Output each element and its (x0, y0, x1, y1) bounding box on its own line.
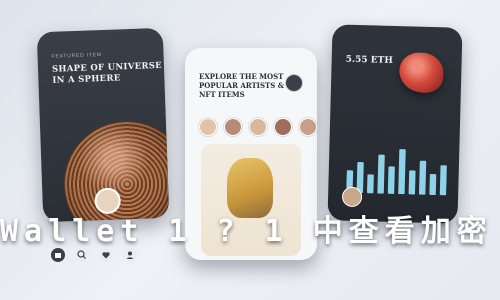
right-phone-screen: 5.55 ETH (327, 24, 463, 224)
artist-avatar-row (199, 118, 317, 136)
left-phone-screen: FEATURED ITEM SHAPE OF UNIVERSE IN A SPH… (36, 27, 170, 223)
chart-bar (408, 170, 416, 195)
chart-bar (398, 149, 406, 195)
explore-title: EXPLORE THE MOST POPULAR ARTISTS & NFT I… (199, 72, 285, 99)
nft-3d-object[interactable] (398, 52, 444, 94)
profile-avatar[interactable] (285, 74, 303, 92)
artist-avatar[interactable] (274, 118, 292, 136)
chart-bar (429, 173, 437, 196)
featured-title: SHAPE OF UNIVERSE IN A SPHERE (51, 60, 163, 86)
chart-bar (439, 165, 447, 196)
artist-avatar[interactable] (224, 118, 242, 136)
chart-bar (387, 166, 395, 194)
price-bar-chart (346, 149, 447, 196)
overlay-caption: Wallet 1 ? 1 中查看加密 (0, 214, 493, 249)
bid-value: 5.55 ETH (345, 54, 393, 66)
featured-label: FEATURED ITEM (51, 51, 102, 60)
artist-avatar[interactable] (249, 118, 267, 136)
promo-scene: FEATURED ITEM SHAPE OF UNIVERSE IN A SPH… (0, 0, 500, 300)
chart-bar (367, 174, 374, 194)
owner-avatar[interactable] (341, 186, 363, 208)
chart-bar (418, 160, 427, 195)
artist-avatar[interactable] (199, 118, 217, 136)
artist-avatar[interactable] (299, 118, 317, 136)
chart-bar (377, 154, 385, 194)
nft-artwork (227, 158, 273, 218)
